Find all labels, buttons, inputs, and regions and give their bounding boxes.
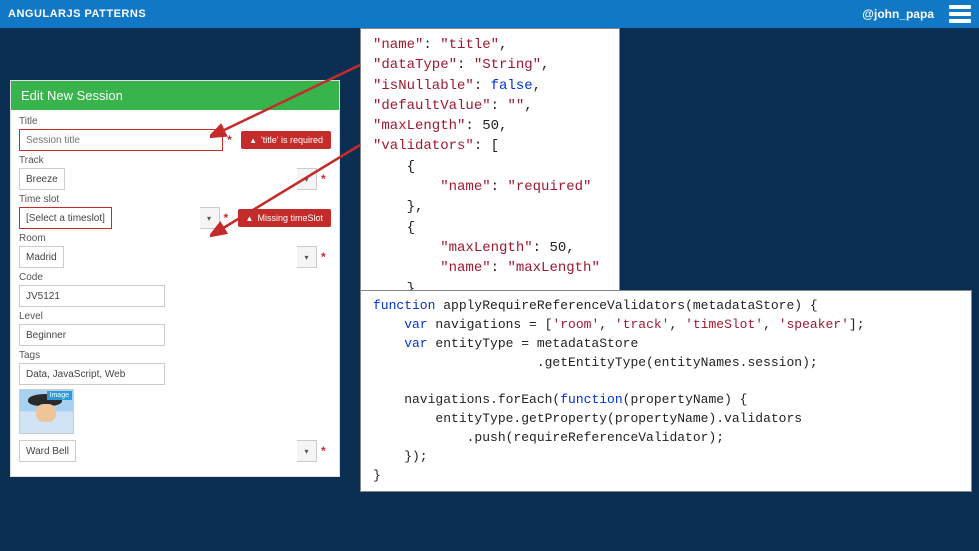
topbar: ANGULARJS PATTERNS @john_papa — [0, 0, 979, 28]
field-level: Level — [19, 311, 331, 346]
page-title: ANGULARJS PATTERNS — [8, 8, 146, 20]
required-indicator: * — [321, 444, 331, 458]
required-indicator: * — [321, 250, 331, 264]
field-speaker: Ward Bell ▾ * — [19, 440, 331, 462]
chevron-down-icon: ▾ — [297, 246, 317, 268]
chevron-down-icon: ▾ — [297, 168, 317, 190]
label-title: Title — [19, 116, 331, 127]
label-tags: Tags — [19, 350, 331, 361]
field-title: Title * 'title' is required — [19, 116, 331, 151]
label-timeslot: Time slot — [19, 194, 331, 205]
input-tags[interactable] — [19, 363, 165, 385]
menu-icon[interactable] — [949, 5, 971, 23]
label-track: Track — [19, 155, 331, 166]
required-indicator: * — [227, 133, 237, 147]
label-code: Code — [19, 272, 331, 283]
select-timeslot[interactable]: [Select a timeslot] — [19, 207, 112, 229]
panel-header: Edit New Session — [11, 81, 339, 110]
required-indicator: * — [321, 172, 331, 186]
avatar[interactable]: Image — [19, 389, 74, 434]
label-level: Level — [19, 311, 331, 322]
field-code: Code — [19, 272, 331, 307]
input-level[interactable] — [19, 324, 165, 346]
select-speaker[interactable]: Ward Bell — [19, 440, 76, 462]
required-indicator: * — [224, 211, 234, 225]
error-badge-timeslot: Missing timeSlot — [238, 209, 331, 227]
label-room: Room — [19, 233, 331, 244]
chevron-down-icon: ▾ — [200, 207, 220, 229]
field-timeslot: Time slot [Select a timeslot] ▾ * Missin… — [19, 194, 331, 229]
edit-session-panel: Edit New Session Title * 'title' is requ… — [10, 80, 340, 477]
code-function-snippet: function applyRequireReferenceValidators… — [360, 290, 972, 492]
field-room: Room Madrid ▾ * — [19, 233, 331, 268]
twitter-handle: @john_papa — [862, 7, 934, 21]
image-badge: Image — [47, 391, 72, 400]
field-track: Track Breeze ▾ * — [19, 155, 331, 190]
select-room[interactable]: Madrid — [19, 246, 64, 268]
code-json-snippet: "name": "title", "dataType": "String", "… — [360, 28, 620, 326]
field-tags: Tags — [19, 350, 331, 385]
chevron-down-icon: ▾ — [297, 440, 317, 462]
error-badge-title: 'title' is required — [241, 131, 331, 149]
input-code[interactable] — [19, 285, 165, 307]
input-title[interactable] — [19, 129, 223, 151]
select-track[interactable]: Breeze — [19, 168, 65, 190]
